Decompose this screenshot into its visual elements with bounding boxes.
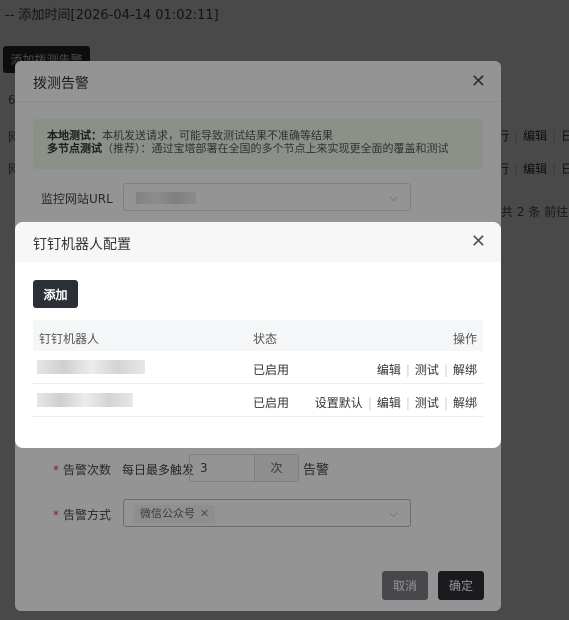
dingtalk-config-dialog: 钉钉机器人配置 ✕ 添加 钉钉机器人 状态 操作 已启用 编辑 | 测试 | 解绑 已启…	[15, 222, 501, 448]
table-header: 钉钉机器人 状态 操作	[33, 320, 483, 351]
status-text: 已启用	[253, 396, 290, 410]
dialog-title: 钉钉机器人配置	[33, 237, 131, 253]
unbind-link[interactable]: 解绑	[453, 363, 477, 377]
edit-link[interactable]: 编辑	[377, 363, 401, 377]
row-actions: 设置默认 | 编辑 | 测试 | 解绑	[314, 396, 477, 410]
column-header-name: 钉钉机器人	[39, 332, 100, 346]
column-header-ops: 操作	[452, 332, 477, 346]
test-link[interactable]: 测试	[415, 363, 439, 377]
test-link[interactable]: 测试	[415, 396, 439, 410]
set-default-link[interactable]: 设置默认	[315, 396, 363, 410]
edit-link[interactable]: 编辑	[377, 396, 401, 410]
column-header-status: 状态	[253, 332, 278, 346]
redacted-robot-name	[37, 360, 145, 374]
unbind-link[interactable]: 解绑	[453, 396, 477, 410]
table-row: 已启用 设置默认 | 编辑 | 测试 | 解绑	[33, 384, 483, 417]
robot-table: 钉钉机器人 状态 操作 已启用 编辑 | 测试 | 解绑 已启用 设置默认 | 编辑 | 测试 |…	[33, 320, 483, 417]
close-icon[interactable]: ✕	[471, 231, 486, 252]
table-row: 已启用 编辑 | 测试 | 解绑	[33, 351, 483, 384]
row-actions: 编辑 | 测试 | 解绑	[376, 363, 477, 377]
add-robot-button[interactable]: 添加	[33, 280, 78, 308]
redacted-robot-name	[37, 393, 133, 407]
dialog-header: 钉钉机器人配置 ✕	[15, 222, 501, 262]
status-text: 已启用	[253, 363, 290, 377]
